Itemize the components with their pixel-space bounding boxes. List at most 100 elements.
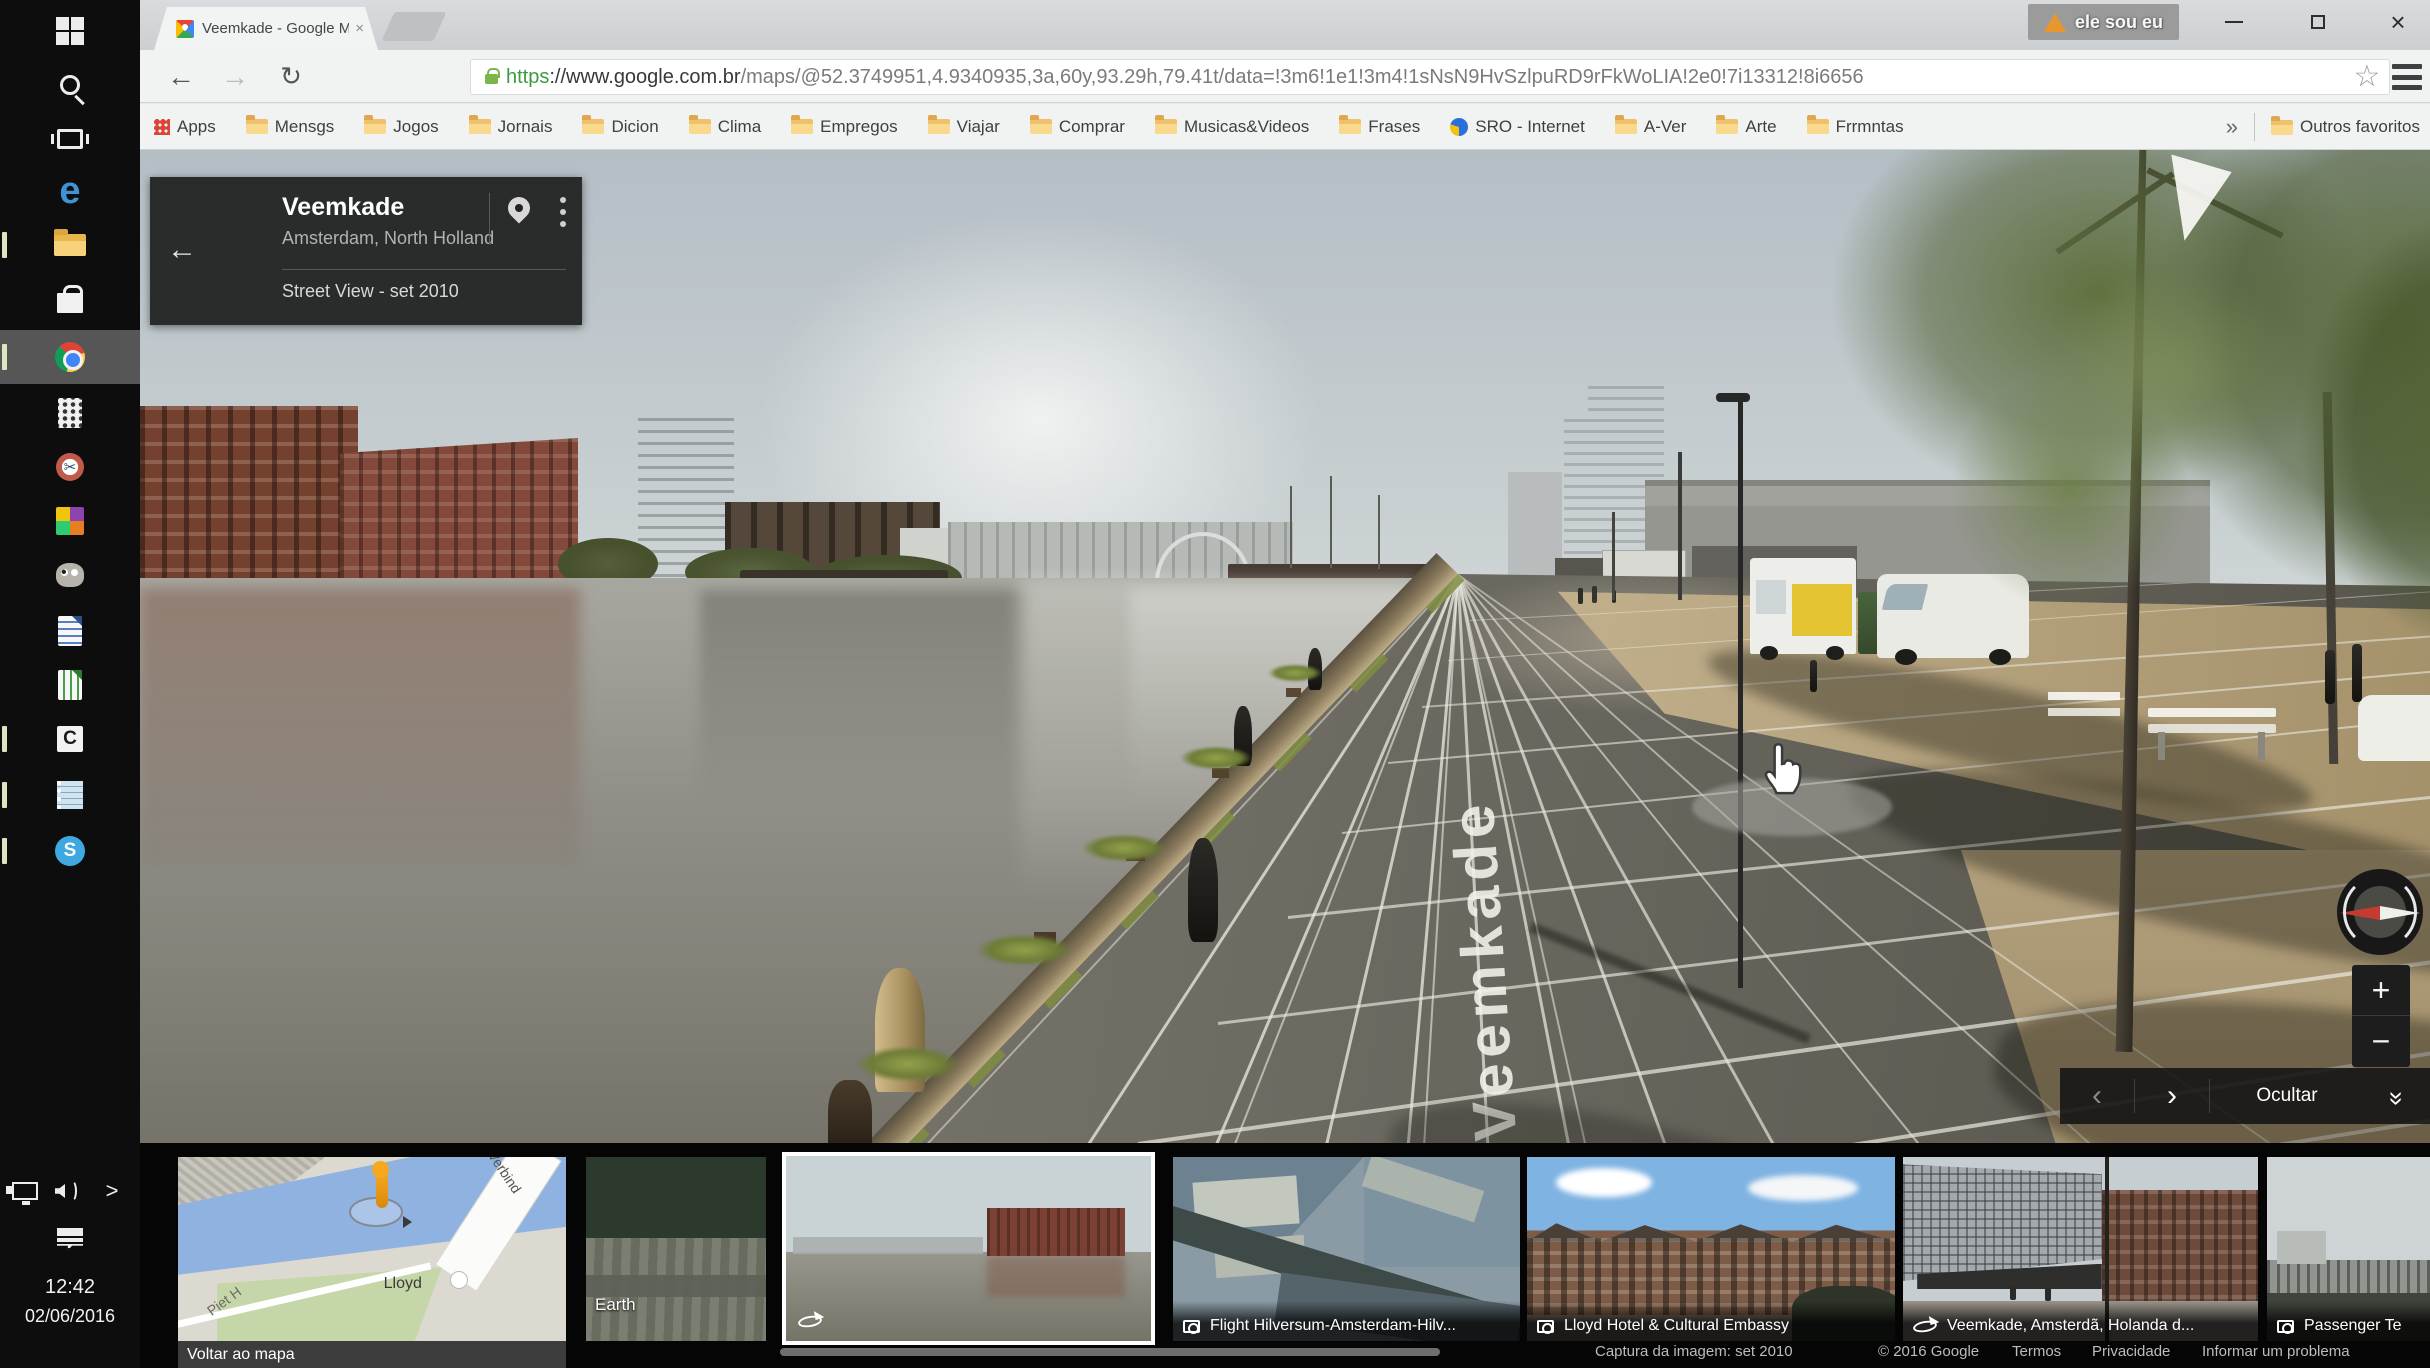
tray-action-center[interactable] (0, 1212, 140, 1266)
post-bollard (2352, 644, 2362, 702)
privacy-link[interactable]: Privacidade (2092, 1343, 2170, 1360)
taskbar-item-edge[interactable]: e (0, 164, 140, 218)
taskbar-item-snipping-tool[interactable]: ✂ (0, 440, 140, 494)
pavement-street-name: Veemkade (1438, 791, 1530, 1150)
bookmark-folder[interactable]: Jornais (469, 117, 553, 137)
tray-hidden-icons[interactable]: > (92, 1164, 132, 1218)
taskbar-item-libreoffice-calc[interactable] (0, 658, 140, 712)
back-button[interactable]: ← (150, 177, 214, 325)
bookmark-folder[interactable]: Dicion (582, 117, 658, 137)
prev-thumbnails-button[interactable]: ‹ (2060, 1081, 2134, 1111)
capture-date: Captura da imagem: set 2010 (1595, 1343, 1793, 1360)
date[interactable]: 02/06/2016 (0, 1306, 140, 1327)
bookmark-folder[interactable]: A-Ver (1615, 117, 1687, 137)
kebab-menu-icon[interactable] (560, 197, 566, 233)
thumbnail-flight[interactable]: Flight Hilversum-Amsterdam-Hilv... (1173, 1157, 1520, 1341)
street-view-panorama: Veemkade (140, 150, 2430, 1368)
taskbar-item-notepad[interactable] (0, 768, 140, 822)
url-scheme: https (506, 66, 549, 89)
titlebar: Veemkade - Google Maps × ele sou eu × (140, 0, 2430, 50)
street-view-viewport[interactable]: Veemkade (140, 150, 2430, 1368)
street-lamp-pole (1612, 512, 1615, 600)
tray-network[interactable] (2, 1164, 48, 1218)
bookmark-folder[interactable]: Jogos (364, 117, 438, 137)
back-button[interactable]: ← (156, 50, 206, 103)
bookmark-star-button[interactable]: ☆ (2345, 50, 2389, 103)
taskbar-item-search[interactable] (0, 58, 140, 112)
bookmark-sro[interactable]: SRO - Internet (1450, 117, 1585, 137)
grass-tuft (856, 1046, 960, 1082)
filmstrip-nav-bar: ‹ › Ocultar » (2060, 1068, 2430, 1124)
thumbnail-current-pano-selected[interactable] (782, 1152, 1155, 1345)
taskbar-item-photos[interactable] (0, 494, 140, 548)
collapse-double-chevron-icon[interactable]: » (2364, 1081, 2430, 1112)
bookmark-folder[interactable]: Arte (1716, 117, 1776, 137)
taskbar-item-task-view[interactable] (0, 112, 140, 166)
photos-icon (56, 507, 84, 535)
back-to-map-label[interactable]: Voltar ao mapa (178, 1341, 566, 1368)
taskbar-item-file-explorer[interactable] (0, 218, 140, 272)
taskbar-item-gimp[interactable] (0, 548, 140, 602)
thumbnail-earth[interactable]: Earth (586, 1157, 766, 1341)
bookmark-folder[interactable]: Mensgs (246, 117, 335, 137)
restore-button[interactable] (2286, 0, 2350, 44)
taskbar-item-store[interactable] (0, 276, 140, 330)
street-view-date: Street View - set 2010 (282, 281, 459, 302)
folder-icon (1339, 119, 1361, 134)
https-lock-icon (485, 74, 498, 84)
chrome-icon (55, 342, 85, 372)
grass-tuft (1180, 746, 1252, 770)
volume-icon (55, 1184, 65, 1198)
running-indicator (2, 344, 7, 370)
other-bookmarks-button[interactable]: Outros favoritos (2271, 117, 2420, 137)
zoom-in-button[interactable]: + (2352, 965, 2410, 1016)
terms-link[interactable]: Termos (2012, 1343, 2061, 1360)
taskbar-item-calculator[interactable] (0, 386, 140, 440)
chrome-menu-button[interactable] (2392, 64, 2422, 90)
folder-icon (582, 119, 604, 134)
taskbar-item-skype[interactable]: S (0, 824, 140, 878)
bookmark-folder[interactable]: Frrmntas (1807, 117, 1904, 137)
close-button[interactable]: × (2366, 0, 2430, 44)
bookmark-folder[interactable]: Musicas&Videos (1155, 117, 1309, 137)
profile-badge[interactable]: ele sou eu (2028, 4, 2179, 40)
bookmark-folder[interactable]: Comprar (1030, 117, 1125, 137)
skype-icon: S (55, 836, 85, 866)
new-tab-button[interactable] (382, 12, 447, 41)
filmstrip-scrollbar[interactable] (780, 1348, 1440, 1356)
tray-volume[interactable] (46, 1164, 86, 1218)
forward-button[interactable]: → (210, 50, 260, 103)
reload-button[interactable]: ↻ (266, 50, 316, 103)
tree-canopy (2040, 270, 2300, 470)
running-indicator (2, 782, 7, 808)
divider (282, 269, 566, 270)
browser-tab[interactable]: Veemkade - Google Maps × (154, 7, 378, 50)
bookmark-folder[interactable]: Clima (689, 117, 761, 137)
start-button[interactable] (0, 4, 140, 58)
mooring-bollard (1188, 838, 1218, 942)
thumbnail-back-to-map[interactable]: Lloyd Verbind Piet H Voltar ao mapa (178, 1157, 566, 1368)
thumbnail-lloyd-hotel[interactable]: Lloyd Hotel & Cultural Embassy (1527, 1157, 1895, 1341)
tab-title: Veemkade - Google Maps (202, 20, 349, 37)
hide-filmstrip-button[interactable]: Ocultar (2210, 1085, 2364, 1107)
bookmark-folder[interactable]: Frases (1339, 117, 1420, 137)
bookmark-apps[interactable]: Apps (154, 117, 216, 137)
clock[interactable]: 12:42 (0, 1276, 140, 1299)
bookmark-folder[interactable]: Viajar (928, 117, 1000, 137)
taskbar-item-chrome[interactable] (0, 330, 140, 384)
running-indicator (2, 726, 7, 752)
taskbar-item-c-app[interactable]: C (0, 712, 140, 766)
thumbnail-passenger-terminal[interactable]: Passenger Te (2267, 1157, 2430, 1341)
thumbnail-veemkade[interactable]: Veemkade, Amsterdã, Holanda d... (1903, 1157, 2258, 1341)
tab-close-icon[interactable]: × (355, 20, 364, 37)
minimize-button[interactable] (2202, 0, 2266, 44)
bookmark-folder[interactable]: Empregos (791, 117, 897, 137)
url-address-bar[interactable]: https://www.google.com.br/maps/@52.37499… (470, 59, 2390, 95)
next-thumbnails-button[interactable]: › (2135, 1081, 2209, 1111)
report-problem-link[interactable]: Informar um problema (2202, 1343, 2350, 1360)
compass-control[interactable] (2337, 869, 2423, 955)
google-maps-favicon-icon (176, 20, 194, 38)
taskbar-item-libreoffice-writer[interactable] (0, 604, 140, 658)
zoom-out-button[interactable]: − (2352, 1016, 2410, 1067)
bookmarks-overflow-chevron[interactable]: » (2226, 114, 2238, 140)
